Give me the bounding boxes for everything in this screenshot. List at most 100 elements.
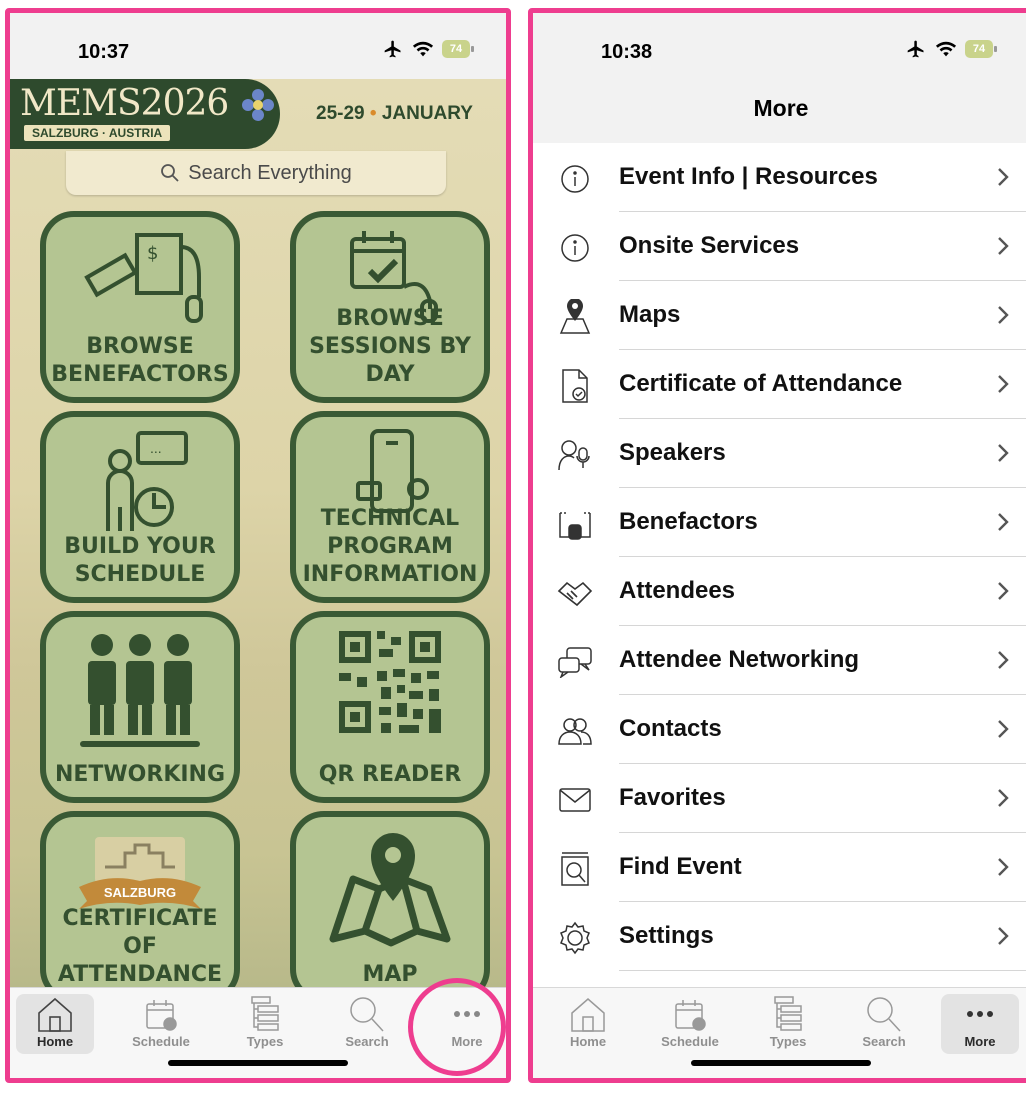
networking-tile[interactable]: NETWORKING <box>40 611 240 803</box>
airplane-icon <box>384 40 401 58</box>
tab-home[interactable]: Home <box>549 994 627 1054</box>
qr-reader-tile[interactable]: QR READER <box>290 611 490 803</box>
build-schedule-tile[interactable]: ... BUILD YOUR SCHEDULE <box>40 411 240 603</box>
menu-item-find-event[interactable]: Find Event <box>533 833 1026 902</box>
tab-search[interactable]: Search <box>328 994 406 1054</box>
tab-types[interactable]: Types <box>749 994 827 1054</box>
chevron-right-icon <box>998 858 1009 876</box>
info-icon <box>561 165 589 193</box>
chevron-right-icon <box>998 651 1009 669</box>
menu-item-settings[interactable]: Settings <box>533 902 1026 971</box>
certificate-tile[interactable]: SALZBURG CERTIFICATE OF ATTENDANCE <box>40 811 240 1003</box>
home-dashboard: MEMS2026 SALZBURG · AUSTRIA 25-29 • JANU… <box>10 79 506 1003</box>
status-time: 10:37 <box>78 41 130 63</box>
menu-item-maps[interactable]: Maps <box>533 281 1026 350</box>
technical-program-tile[interactable]: TECHNICAL PROGRAM INFORMATION <box>290 411 490 603</box>
status-bar: 10:38 74 More <box>533 13 1026 143</box>
wifi-icon <box>412 41 434 57</box>
types-icon <box>251 996 279 1031</box>
chevron-right-icon <box>998 237 1009 255</box>
tab-more[interactable]: More <box>941 994 1019 1054</box>
svg-text:...: ... <box>150 440 162 456</box>
home-indicator <box>168 1060 348 1066</box>
menu-item-certificate[interactable]: Certificate of Attendance <box>533 350 1026 419</box>
certificate-icon <box>562 369 588 403</box>
benefactors-icon: $ <box>84 233 203 323</box>
menu-item-onsite-services[interactable]: Onsite Services <box>533 212 1026 281</box>
menu-item-speakers[interactable]: Speakers <box>533 419 1026 488</box>
menu-item-favorites[interactable]: Favorites <box>533 764 1026 833</box>
browse-sessions-tile[interactable]: BROWSE SESSIONS BY DAY <box>290 211 490 403</box>
home-screen: 10:37 74 MEMS2026 SALZBURG · AUSTRIA 25-… <box>5 8 511 1083</box>
home-indicator <box>691 1060 871 1066</box>
tab-home[interactable]: Home <box>16 994 94 1054</box>
battery-icon: 74 <box>442 40 474 58</box>
presenter-icon: ... <box>106 431 188 531</box>
menu-item-attendees[interactable]: Attendees <box>533 557 1026 626</box>
gear-icon <box>560 921 590 955</box>
salzburg-badge-icon: SALZBURG <box>79 837 201 909</box>
chevron-right-icon <box>998 306 1009 324</box>
page-title: More <box>753 95 809 121</box>
chevron-right-icon <box>998 582 1009 600</box>
browse-benefactors-tile[interactable]: $ BROWSE BENEFACTORS <box>40 211 240 403</box>
chevron-right-icon <box>998 789 1009 807</box>
home-icon <box>571 998 605 1032</box>
chat-bubbles-icon <box>558 647 592 678</box>
contacts-icon <box>558 718 592 745</box>
find-event-icon <box>561 852 589 886</box>
chevron-right-icon <box>998 444 1009 462</box>
map-pin-icon <box>329 833 451 947</box>
schedule-icon <box>675 1000 706 1031</box>
schedule-icon <box>146 1000 177 1031</box>
svg-text:SALZBURG: SALZBURG <box>104 885 176 900</box>
status-bar: 10:37 74 <box>10 13 506 89</box>
chevron-right-icon <box>998 720 1009 738</box>
menu-item-event-info[interactable]: Event Info | Resources <box>533 143 1026 212</box>
chevron-right-icon <box>998 168 1009 186</box>
handshake-icon <box>557 581 593 607</box>
tab-schedule[interactable]: Schedule <box>122 994 200 1054</box>
speaker-icon <box>558 440 590 471</box>
map-pin-icon <box>559 299 591 334</box>
search-icon <box>867 997 901 1032</box>
people-icon <box>80 634 200 747</box>
tab-schedule[interactable]: Schedule <box>651 994 729 1054</box>
status-icons: 74 <box>382 39 474 59</box>
menu-item-attendee-networking[interactable]: Attendee Networking <box>533 626 1026 695</box>
more-menu-list: Event Info | Resources Onsite Services M… <box>533 143 1026 988</box>
event-logo-title: MEMS2026 <box>20 83 229 124</box>
more-icon <box>967 1011 993 1017</box>
tab-types[interactable]: Types <box>226 994 304 1054</box>
menu-item-contacts[interactable]: Contacts <box>533 695 1026 764</box>
envelope-icon <box>559 788 591 812</box>
menu-item-benefactors[interactable]: Benefactors <box>533 488 1026 557</box>
qr-code-icon <box>339 631 441 733</box>
tab-bar: Home Schedule Types Search More <box>533 987 1026 1078</box>
status-time: 10:38 <box>601 41 653 63</box>
battery-icon: 74 <box>965 40 997 58</box>
chevron-right-icon <box>998 375 1009 393</box>
benefactors-icon <box>559 512 591 540</box>
event-dates: 25-29 • JANUARY <box>316 103 473 124</box>
status-icons: 74 <box>905 39 997 59</box>
types-icon <box>774 996 802 1031</box>
search-everything-bar[interactable]: Search Everything <box>66 151 446 195</box>
more-screen: 10:38 74 More Event Info | Resources Ons… <box>528 8 1026 1083</box>
chevron-right-icon <box>998 513 1009 531</box>
tab-search[interactable]: Search <box>845 994 923 1054</box>
map-tile[interactable]: MAP <box>290 811 490 1003</box>
airplane-icon <box>907 40 924 58</box>
svg-text:$: $ <box>147 243 158 264</box>
chevron-right-icon <box>998 927 1009 945</box>
wifi-icon <box>935 41 957 57</box>
info-icon <box>561 234 589 262</box>
flower-icon <box>242 89 274 121</box>
home-icon <box>38 997 72 1032</box>
event-location: SALZBURG · AUSTRIA <box>24 125 171 141</box>
search-placeholder: Search Everything <box>188 161 352 184</box>
more-tab-highlight <box>408 978 506 1076</box>
search-icon <box>161 164 179 182</box>
event-banner: MEMS2026 SALZBURG · AUSTRIA <box>10 79 280 149</box>
search-icon <box>350 997 384 1032</box>
